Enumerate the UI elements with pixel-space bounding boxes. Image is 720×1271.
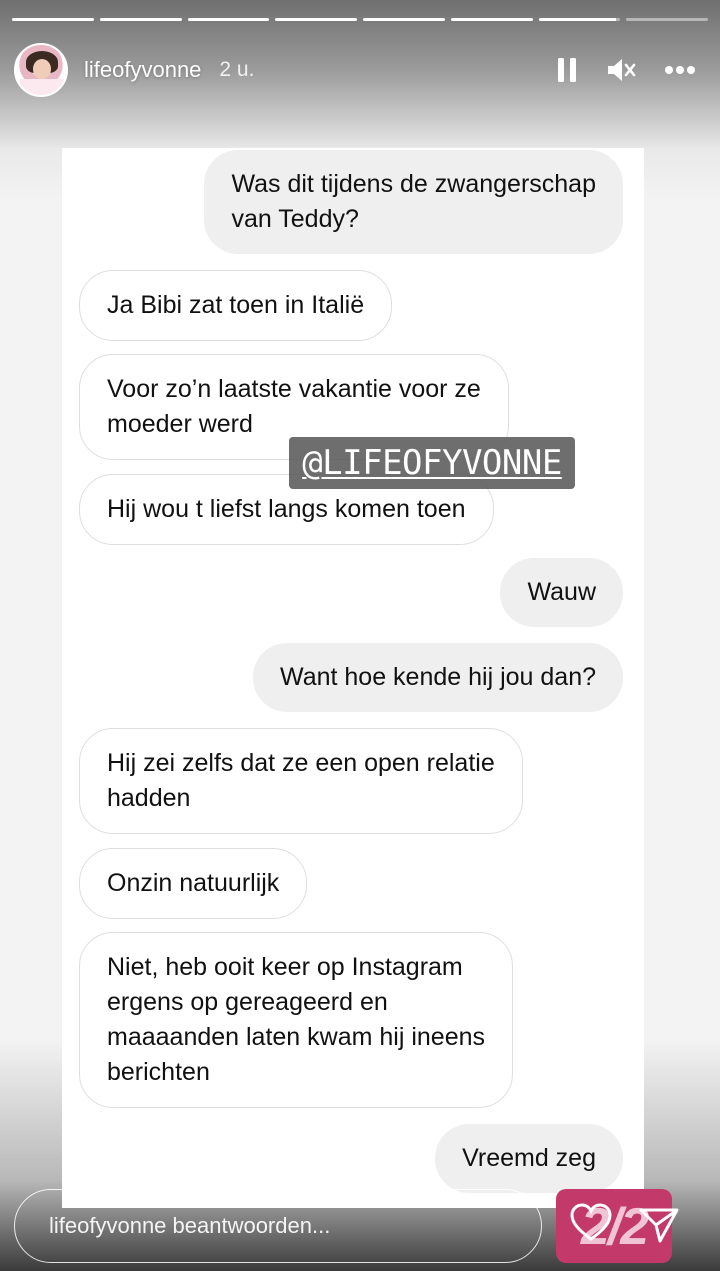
story-viewer[interactable]: lifeofyvonne 2 u. Was dit tijdens de zwa… xyxy=(0,0,720,1271)
message-sent: Want hoe kende hij jou dan? xyxy=(253,643,623,712)
heart-icon[interactable] xyxy=(569,1203,613,1248)
message-received: Onzin natuurlijk xyxy=(79,848,308,919)
message-received: Hij zei zelfs dat ze een open relatie had… xyxy=(79,728,523,834)
message-sent: Wauw xyxy=(500,558,623,627)
message-received: Ja Bibi zat toen in Italië xyxy=(79,270,393,341)
watermark-label: @LIFEOFYVONNE xyxy=(289,437,575,489)
send-icon[interactable] xyxy=(638,1206,680,1249)
message-list: Was dit tijdens de zwangerschap van Teddy… xyxy=(0,0,720,1271)
message-sent: Vreemd zeg xyxy=(435,1124,623,1193)
message-received: Niet, heb ooit keer op Instagram ergens o… xyxy=(79,932,514,1108)
reply-input[interactable] xyxy=(14,1189,542,1263)
message-sent: Was dit tijdens de zwangerschap van Teddy… xyxy=(204,150,623,254)
